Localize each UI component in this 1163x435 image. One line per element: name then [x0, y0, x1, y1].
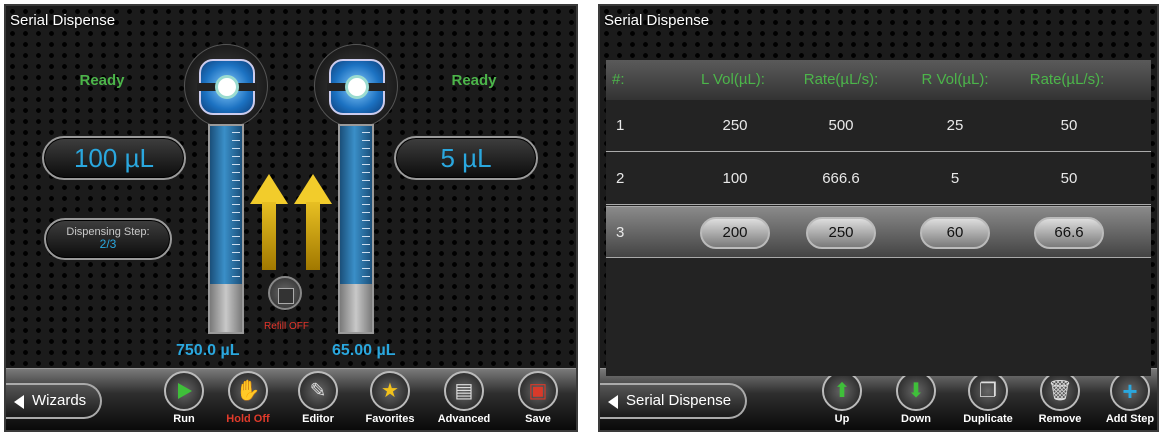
- l-vol-cell: 250: [722, 117, 748, 134]
- r-vol-cell: 25: [946, 117, 964, 134]
- col-header-r-rate: Rate(µL/s):: [1029, 71, 1105, 88]
- row-index: 2: [616, 170, 625, 187]
- right-valve-icon[interactable]: [314, 44, 398, 128]
- right-status: Ready: [451, 72, 497, 89]
- add-step-label: Add Step: [1105, 413, 1155, 425]
- favorites-label: Favorites: [365, 413, 415, 425]
- hand-icon: ✋: [228, 371, 268, 411]
- save-label: Save: [525, 413, 551, 425]
- add-step-button[interactable]: + Add Step: [1098, 371, 1157, 425]
- l-vol-cell: 100: [722, 170, 748, 187]
- l-rate-cell: 500: [828, 117, 854, 134]
- up-button[interactable]: ⬆ Up: [810, 371, 874, 425]
- right-syringe-level: 65.00 µL: [332, 342, 396, 359]
- star-icon: ★: [370, 371, 410, 411]
- serial-dispense-back-button[interactable]: Serial Dispense: [600, 383, 748, 419]
- r-rate-cell: 50: [1060, 117, 1078, 134]
- right-aspirate-arrow-icon: [294, 174, 332, 270]
- editor-label: Editor: [302, 413, 334, 425]
- col-header-r-vol: R Vol(µL):: [921, 71, 989, 88]
- left-toolbar: Wizards Run ✋ Hold Off ✎ Editor ★ Favori…: [6, 368, 576, 430]
- left-aspirate-arrow-icon: [250, 174, 288, 270]
- hold-off-label: Hold Off: [226, 413, 270, 425]
- row-index: 1: [616, 117, 625, 134]
- plus-icon: +: [1110, 371, 1150, 411]
- down-button[interactable]: ⬇ Down: [884, 371, 948, 425]
- serial-dispense-run-screen: Serial Dispense Ready Ready 100 µL 5 µL …: [4, 4, 578, 432]
- r-rate-cell: 50: [1060, 170, 1078, 187]
- trash-icon: 🗑: [1040, 371, 1080, 411]
- editor-icon: ✎: [298, 371, 338, 411]
- advanced-label: Advanced: [437, 413, 491, 425]
- duplicate-button[interactable]: ❐ Duplicate: [956, 371, 1020, 425]
- perforated-background: [6, 6, 576, 370]
- refill-toggle[interactable]: [268, 276, 302, 310]
- right-plunger: [340, 284, 372, 332]
- up-label: Up: [834, 413, 850, 425]
- right-syringe-barrel: [338, 124, 374, 334]
- arrow-down-icon: ⬇: [896, 371, 936, 411]
- run-label: Run: [173, 413, 195, 425]
- table-row-selected[interactable]: 3 200 250 60 66.6: [606, 206, 1151, 258]
- favorites-button[interactable]: ★ Favorites: [358, 371, 422, 425]
- table-row[interactable]: 2 100 666.6 5 50: [606, 153, 1151, 205]
- duplicate-icon: ❐: [968, 371, 1008, 411]
- window-icon: ▤: [444, 371, 484, 411]
- screen-title: Serial Dispense: [604, 12, 710, 29]
- floppy-icon: ▣: [518, 371, 558, 411]
- save-button[interactable]: ▣ Save: [506, 371, 570, 425]
- l-rate-cell: 666.6: [822, 170, 860, 187]
- right-toolbar: Serial Dispense ⬆ Up ⬇ Down ❐ Duplicate …: [600, 368, 1157, 430]
- right-volume-field[interactable]: 5 µL: [394, 136, 538, 180]
- editor-button[interactable]: ✎ Editor: [286, 371, 350, 425]
- row-index: 3: [616, 224, 625, 241]
- play-icon: [164, 371, 204, 411]
- hold-off-button[interactable]: ✋ Hold Off: [216, 371, 280, 425]
- refill-label: Refill OFF: [264, 321, 309, 332]
- screen-title: Serial Dispense: [10, 12, 116, 29]
- arrow-up-icon: ⬆: [822, 371, 862, 411]
- dispensing-step-display: Dispensing Step: 2/3: [44, 218, 172, 260]
- table-header: #: L Vol(µL): Rate(µL/s): R Vol(µL): Rat…: [606, 60, 1151, 100]
- r-vol-cell: 5: [950, 170, 960, 187]
- r-vol-edit-field[interactable]: 60: [920, 217, 990, 249]
- advanced-button[interactable]: ▤ Advanced: [432, 371, 496, 425]
- col-header-index: #:: [612, 71, 625, 88]
- dispensing-step-value: 2/3: [99, 237, 117, 251]
- left-plunger: [210, 284, 242, 332]
- steps-table: #: L Vol(µL): Rate(µL/s): R Vol(µL): Rat…: [606, 60, 1151, 376]
- l-rate-edit-field[interactable]: 250: [806, 217, 876, 249]
- wizards-back-button[interactable]: Wizards: [6, 383, 103, 419]
- col-header-l-vol: L Vol(µL):: [701, 71, 765, 88]
- down-label: Down: [901, 413, 931, 425]
- left-volume-field[interactable]: 100 µL: [42, 136, 186, 180]
- table-row[interactable]: 1 250 500 25 50: [606, 100, 1151, 152]
- remove-button[interactable]: 🗑 Remove: [1028, 371, 1092, 425]
- left-syringe-level: 750.0 µL: [176, 342, 240, 359]
- left-syringe-barrel: [208, 124, 244, 334]
- l-vol-edit-field[interactable]: 200: [700, 217, 770, 249]
- col-header-l-rate: Rate(µL/s):: [803, 71, 879, 88]
- remove-label: Remove: [1038, 413, 1082, 425]
- left-valve-icon[interactable]: [184, 44, 268, 128]
- left-status: Ready: [79, 72, 125, 89]
- duplicate-label: Duplicate: [963, 413, 1013, 425]
- run-button[interactable]: Run: [152, 371, 216, 425]
- r-rate-edit-field[interactable]: 66.6: [1034, 217, 1104, 249]
- serial-dispense-editor-screen: Serial Dispense #: L Vol(µL): Rate(µL/s)…: [598, 4, 1159, 432]
